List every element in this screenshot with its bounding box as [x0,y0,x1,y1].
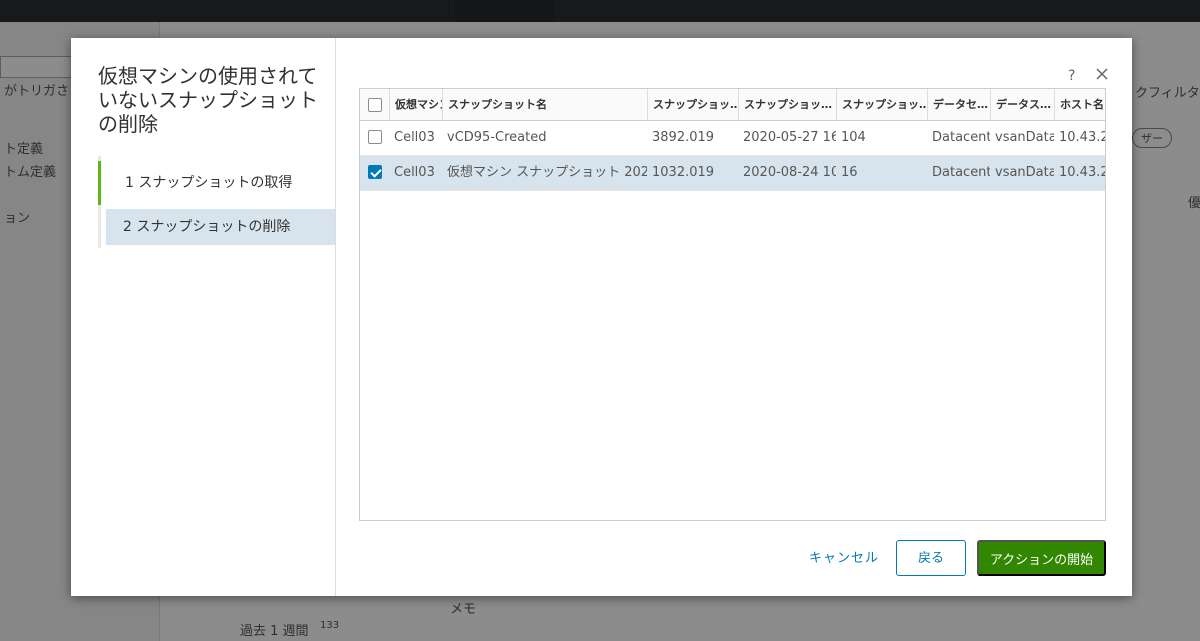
column-header-datacenter[interactable]: データセ… [927,89,990,120]
table-row[interactable]: Cell03 vCD95-Created 3892.019 2020-05-27… [360,121,1105,156]
column-header-snapshot-age[interactable]: スナップショッ… [836,89,927,120]
cell-snapshot-size: 1032.019 [652,165,715,180]
column-header-snapshot-name[interactable]: スナップショット名 [442,89,647,120]
cell-snapshot-date: 2020-08-24 10: [743,165,836,180]
cell-host: 10.43.23 [1059,130,1105,145]
column-header-datastore[interactable]: データス… [990,89,1054,120]
cell-datacenter: Datacent [932,165,990,180]
cell-snapshot-age: 16 [841,165,858,180]
cell-datastore: vsanData [995,130,1054,145]
cell-datastore: vsanData [995,165,1054,180]
select-all-checkbox[interactable] [368,98,382,112]
column-header-vm[interactable]: 仮想マシン [389,89,442,120]
cell-vm: Cell03 [394,130,435,145]
cancel-button[interactable]: キャンセル [809,541,879,575]
cell-host: 10.43.23 [1059,165,1105,180]
wizard-modal: 仮想マシンの使用されていないスナップショットの削除 1 スナップショットの取得 … [71,38,1132,596]
snapshot-grid: 仮想マシン スナップショット名 スナップショッ… スナップショッ… スナップショ… [359,88,1106,521]
cell-snapshot-name: vCD95-Created [447,130,547,145]
table-row[interactable]: Cell03 仮想マシン スナップショット 2020 1032.019 2020… [360,156,1105,191]
column-header-snapshot-date[interactable]: スナップショッ… [738,89,836,120]
cell-snapshot-name: 仮想マシン スナップショット 2020 [447,165,647,180]
back-button[interactable]: 戻る [896,540,966,576]
wizard-nav: 仮想マシンの使用されていないスナップショットの削除 1 スナップショットの取得 … [71,38,336,596]
close-icon[interactable] [1094,66,1110,82]
wizard-title: 仮想マシンの使用されていないスナップショットの削除 [98,64,318,136]
cell-snapshot-date: 2020-05-27 16: [743,130,836,145]
step-delete-snapshots[interactable]: 2 スナップショットの削除 [106,209,335,245]
cell-snapshot-size: 3892.019 [652,130,715,145]
cell-snapshot-age: 104 [841,130,866,145]
cell-datacenter: Datacent [932,130,990,145]
grid-header: 仮想マシン スナップショット名 スナップショッ… スナップショッ… スナップショ… [360,89,1105,121]
column-header-host[interactable]: ホスト名 [1054,89,1105,120]
row-checkbox[interactable] [368,130,382,144]
start-action-button[interactable]: アクションの開始 [977,540,1106,576]
column-header-snapshot-size[interactable]: スナップショッ… [647,89,738,120]
step-get-snapshots[interactable]: 1 スナップショットの取得 [98,161,335,205]
row-checkbox[interactable] [368,165,382,179]
help-icon[interactable]: ? [1068,68,1075,84]
cell-vm: Cell03 [394,165,435,180]
